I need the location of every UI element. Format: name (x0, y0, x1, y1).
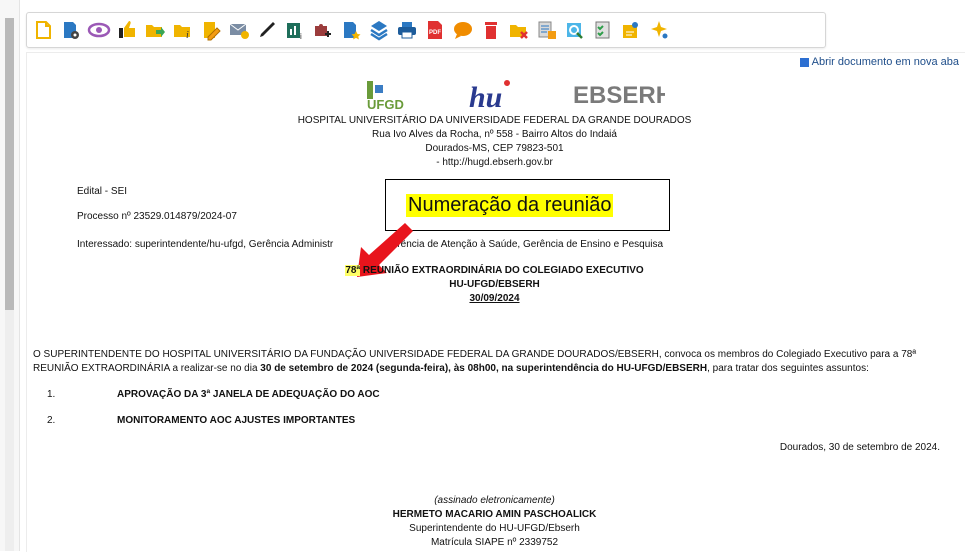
institution-logos: UFGD hu EBSERH (367, 80, 673, 114)
signature-pen-icon[interactable] (253, 15, 281, 45)
checklist-icon[interactable] (589, 15, 617, 45)
folder-info-icon[interactable]: i (169, 15, 197, 45)
process-settings-icon[interactable] (57, 15, 85, 45)
signed-electronically: (assinado eletronicamente) (434, 495, 555, 506)
interested-parties-rest: Gerência de Atenção à Saúde, Gerência de… (384, 239, 664, 250)
convocation-line1: O SUPERINTENDENTE DO HOSPITAL UNIVERSITÁ… (33, 349, 917, 360)
document-lookup-icon[interactable] (533, 15, 561, 45)
svg-text:i: i (300, 32, 302, 41)
svg-text:PDF: PDF (429, 30, 441, 36)
layers-icon[interactable] (365, 15, 393, 45)
agenda-item-number: 2. (47, 415, 56, 426)
process-number: Processo nº 23529.014879/2024-07 (77, 211, 237, 222)
meeting-number: 78ª (345, 265, 361, 276)
process-stats-icon[interactable]: i (281, 15, 309, 45)
print-icon[interactable] (393, 15, 421, 45)
pdf-icon[interactable]: PDF (421, 15, 449, 45)
annotation-callout: Numeração da reunião (385, 179, 670, 231)
process-toolbar: i i PDF (26, 12, 826, 48)
scrollbar-thumb[interactable] (5, 18, 14, 310)
folder-remove-icon[interactable] (505, 15, 533, 45)
view-icon[interactable] (85, 15, 113, 45)
interested-part-a: Interessado: superintendente/hu-ufgd, Ge… (77, 239, 334, 250)
thumbs-up-icon[interactable] (113, 15, 141, 45)
ebserh-logo-text: EBSERH (573, 82, 665, 109)
meeting-title: 78ª REUNIÃO EXTRAORDINÁRIA DO COLEGIADO … (27, 265, 962, 276)
agenda-item: APROVAÇÃO DA 3ª JANELA DE ADEQUAÇÃO DO A… (117, 389, 380, 400)
agenda-item-number: 1. (47, 389, 56, 400)
document-page: UFGD hu EBSERH HOSPITAL UNIVERSITÁRIO DA… (27, 53, 962, 552)
forward-icon[interactable] (141, 15, 169, 45)
document-viewer: Abrir documento em nova aba UFGD hu EBSE… (26, 52, 965, 552)
document-star-icon[interactable] (337, 15, 365, 45)
meeting-title-text: REUNIÃO EXTRAORDINÁRIA DO COLEGIADO EXEC… (362, 265, 644, 276)
header-logos: UFGD hu EBSERH (365, 75, 673, 115)
hospital-city: Dourados-MS, CEP 79823-501 (425, 143, 564, 154)
convocation-paragraph: O SUPERINTENDENTE DO HOSPITAL UNIVERSITÁ… (33, 348, 958, 376)
agenda-item: MONITORAMENTO AOC AJUSTES IMPORTANTES (117, 415, 356, 426)
user-doc-icon[interactable] (617, 15, 645, 45)
signer-name: HERMETO MACARIO AMIN PASCHOALICK (392, 509, 597, 520)
signer-role: Superintendente do HU-UFGD/Ebserh (409, 523, 580, 534)
comment-icon[interactable] (449, 15, 477, 45)
sparkle-icon[interactable] (645, 15, 673, 45)
delete-icon[interactable] (477, 15, 505, 45)
callout-text: Numeração da reunião (406, 194, 614, 217)
send-mail-icon[interactable] (225, 15, 253, 45)
search-doc-icon[interactable] (561, 15, 589, 45)
hospital-site: - http://hugd.ebserh.gov.br (436, 157, 553, 168)
convocation-line2a: REUNIÃO EXTRAORDINÁRIA a realizar-se no … (33, 363, 261, 374)
interested-parties: Interessado: superintendente/hu-ufgd, Ge… (77, 239, 333, 250)
ufgd-logo-text: UFGD (367, 97, 404, 112)
hospital-name: HOSPITAL UNIVERSITÁRIO DA UNIVERSIDADE F… (297, 115, 692, 126)
place-date: Dourados, 30 de setembro de 2024. (779, 442, 940, 453)
hu-logo-text: hu (469, 81, 502, 114)
document-type: Edital - SEI (77, 186, 128, 197)
edit-note-icon[interactable] (197, 15, 225, 45)
meeting-date: 30/09/2024 (469, 293, 520, 304)
convocation-date-place: 30 de setembro de 2024 (segunda-feira), … (260, 363, 708, 374)
plugin-add-icon[interactable] (309, 15, 337, 45)
convocation-line2c: , para tratar dos seguintes assuntos: (707, 363, 869, 374)
hospital-address: Rua Ivo Alves da Rocha, nº 558 - Bairro … (372, 129, 617, 140)
new-document-icon[interactable] (29, 15, 57, 45)
meeting-unit: HU-UFGD/EBSERH (449, 279, 540, 290)
left-panel (0, 0, 20, 551)
signer-siape: Matrícula SIAPE nº 2339752 (430, 537, 559, 548)
svg-text:i: i (186, 30, 189, 41)
